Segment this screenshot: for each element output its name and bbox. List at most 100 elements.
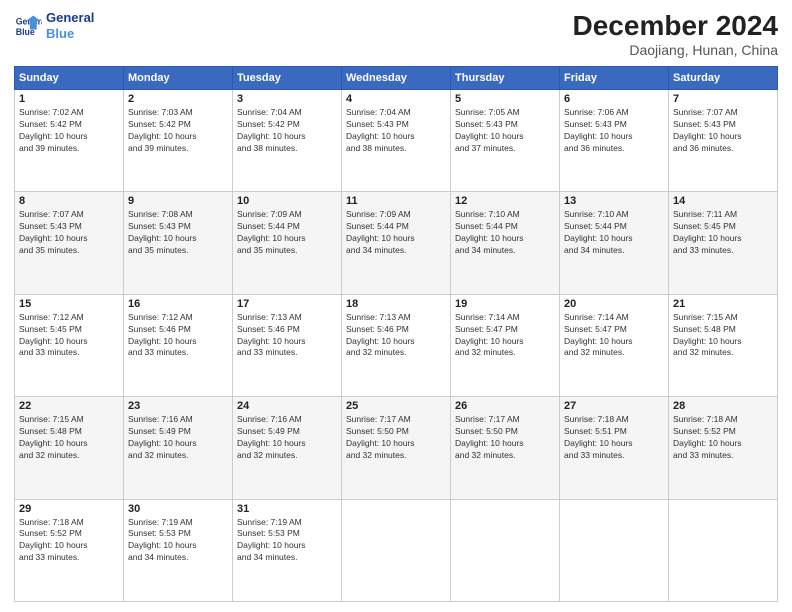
- calendar-day-31: 31 Sunrise: 7:19 AM Sunset: 5:53 PM Dayli…: [233, 499, 342, 601]
- day-info: Sunrise: 7:16 AM Sunset: 5:49 PM Dayligh…: [128, 414, 228, 462]
- day-number: 5: [455, 93, 555, 105]
- day-number: 4: [346, 93, 446, 105]
- day-number: 20: [564, 298, 664, 310]
- calendar-day-30: 30Sunrise: 7:19 AM Sunset: 5:53 PM Dayli…: [124, 499, 233, 601]
- logo: General Blue General Blue: [14, 10, 94, 41]
- calendar-day-4: 4Sunrise: 7:04 AM Sunset: 5:43 PM Daylig…: [342, 90, 451, 192]
- day-number: 31: [237, 503, 337, 515]
- calendar-day-10: 10Sunrise: 7:09 AM Sunset: 5:44 PM Dayli…: [233, 192, 342, 294]
- month-title: December 2024: [573, 10, 778, 42]
- calendar-day-9: 9Sunrise: 7:08 AM Sunset: 5:43 PM Daylig…: [124, 192, 233, 294]
- calendar-table: SundayMondayTuesdayWednesdayThursdayFrid…: [14, 66, 778, 602]
- day-info: Sunrise: 7:13 AM Sunset: 5:46 PM Dayligh…: [346, 312, 446, 360]
- title-block: December 2024 Daojiang, Hunan, China: [573, 10, 778, 58]
- calendar-day-2: 2 Sunrise: 7:03 AM Sunset: 5:42 PM Daylig…: [124, 90, 233, 192]
- calendar-day-25: 25 Sunrise: 7:17 AM Sunset: 5:50 PM Dayli…: [342, 397, 451, 499]
- location: Daojiang, Hunan, China: [573, 42, 778, 58]
- calendar-week-4: 22 Sunrise: 7:15 AM Sunset: 5:48 PM Dayli…: [15, 397, 778, 499]
- empty-cell: [560, 499, 669, 601]
- day-number: 30: [128, 503, 228, 515]
- day-number: 25: [346, 400, 446, 412]
- calendar-day-8: 8Sunrise: 7:07 AM Sunset: 5:43 PM Daylig…: [15, 192, 124, 294]
- logo-text-1: General: [46, 10, 94, 26]
- day-info: Sunrise: 7:08 AM Sunset: 5:43 PM Dayligh…: [128, 209, 228, 257]
- calendar-day-27: 27Sunrise: 7:18 AM Sunset: 5:51 PM Dayli…: [560, 397, 669, 499]
- day-info: Sunrise: 7:06 AM Sunset: 5:43 PM Dayligh…: [564, 107, 664, 155]
- empty-cell: [342, 499, 451, 601]
- calendar-week-1: 1 Sunrise: 7:02 AM Sunset: 5:42 PM Daylig…: [15, 90, 778, 192]
- day-number: 12: [455, 195, 555, 207]
- logo-text-2: Blue: [46, 26, 94, 42]
- day-info: Sunrise: 7:15 AM Sunset: 5:48 PM Dayligh…: [19, 414, 119, 462]
- day-number: 18: [346, 298, 446, 310]
- day-info: Sunrise: 7:17 AM Sunset: 5:50 PM Dayligh…: [455, 414, 555, 462]
- day-info: Sunrise: 7:04 AM Sunset: 5:42 PM Dayligh…: [237, 107, 337, 155]
- header: General Blue General Blue December 2024 …: [14, 10, 778, 58]
- day-number: 23: [128, 400, 228, 412]
- calendar-day-29: 29 Sunrise: 7:18 AM Sunset: 5:52 PM Dayli…: [15, 499, 124, 601]
- calendar-day-7: 7 Sunrise: 7:07 AM Sunset: 5:43 PM Daylig…: [669, 90, 778, 192]
- day-info: Sunrise: 7:10 AM Sunset: 5:44 PM Dayligh…: [564, 209, 664, 257]
- calendar-day-28: 28 Sunrise: 7:18 AM Sunset: 5:52 PM Dayli…: [669, 397, 778, 499]
- day-number: 6: [564, 93, 664, 105]
- calendar-day-17: 17 Sunrise: 7:13 AM Sunset: 5:46 PM Dayli…: [233, 294, 342, 396]
- day-number: 2: [128, 93, 228, 105]
- weekday-header-sunday: Sunday: [15, 67, 124, 90]
- day-number: 19: [455, 298, 555, 310]
- day-info: Sunrise: 7:10 AM Sunset: 5:44 PM Dayligh…: [455, 209, 555, 257]
- day-info: Sunrise: 7:16 AM Sunset: 5:49 PM Dayligh…: [237, 414, 337, 462]
- day-info: Sunrise: 7:19 AM Sunset: 5:53 PM Dayligh…: [237, 517, 337, 565]
- empty-cell: [451, 499, 560, 601]
- day-info: Sunrise: 7:18 AM Sunset: 5:52 PM Dayligh…: [673, 414, 773, 462]
- day-number: 17: [237, 298, 337, 310]
- day-number: 28: [673, 400, 773, 412]
- day-info: Sunrise: 7:17 AM Sunset: 5:50 PM Dayligh…: [346, 414, 446, 462]
- day-number: 22: [19, 400, 119, 412]
- day-info: Sunrise: 7:18 AM Sunset: 5:52 PM Dayligh…: [19, 517, 119, 565]
- day-number: 29: [19, 503, 119, 515]
- weekday-header-thursday: Thursday: [451, 67, 560, 90]
- day-number: 1: [19, 93, 119, 105]
- logo-icon: General Blue: [14, 12, 42, 40]
- calendar-day-3: 3 Sunrise: 7:04 AM Sunset: 5:42 PM Daylig…: [233, 90, 342, 192]
- page: General Blue General Blue December 2024 …: [0, 0, 792, 612]
- day-number: 21: [673, 298, 773, 310]
- day-info: Sunrise: 7:15 AM Sunset: 5:48 PM Dayligh…: [673, 312, 773, 360]
- calendar-day-20: 20 Sunrise: 7:14 AM Sunset: 5:47 PM Dayli…: [560, 294, 669, 396]
- day-info: Sunrise: 7:02 AM Sunset: 5:42 PM Dayligh…: [19, 107, 119, 155]
- day-info: Sunrise: 7:13 AM Sunset: 5:46 PM Dayligh…: [237, 312, 337, 360]
- day-number: 16: [128, 298, 228, 310]
- day-number: 7: [673, 93, 773, 105]
- calendar-header: SundayMondayTuesdayWednesdayThursdayFrid…: [15, 67, 778, 90]
- calendar-day-11: 11Sunrise: 7:09 AM Sunset: 5:44 PM Dayli…: [342, 192, 451, 294]
- calendar-day-23: 23 Sunrise: 7:16 AM Sunset: 5:49 PM Dayli…: [124, 397, 233, 499]
- day-number: 10: [237, 195, 337, 207]
- day-info: Sunrise: 7:05 AM Sunset: 5:43 PM Dayligh…: [455, 107, 555, 155]
- weekday-header-tuesday: Tuesday: [233, 67, 342, 90]
- weekday-header-friday: Friday: [560, 67, 669, 90]
- day-info: Sunrise: 7:12 AM Sunset: 5:46 PM Dayligh…: [128, 312, 228, 360]
- weekday-header-wednesday: Wednesday: [342, 67, 451, 90]
- day-number: 3: [237, 93, 337, 105]
- day-info: Sunrise: 7:14 AM Sunset: 5:47 PM Dayligh…: [564, 312, 664, 360]
- calendar-day-5: 5 Sunrise: 7:05 AM Sunset: 5:43 PM Daylig…: [451, 90, 560, 192]
- day-info: Sunrise: 7:03 AM Sunset: 5:42 PM Dayligh…: [128, 107, 228, 155]
- day-info: Sunrise: 7:07 AM Sunset: 5:43 PM Dayligh…: [673, 107, 773, 155]
- calendar-day-21: 21 Sunrise: 7:15 AM Sunset: 5:48 PM Dayli…: [669, 294, 778, 396]
- day-number: 15: [19, 298, 119, 310]
- calendar-day-22: 22 Sunrise: 7:15 AM Sunset: 5:48 PM Dayli…: [15, 397, 124, 499]
- calendar-day-1: 1 Sunrise: 7:02 AM Sunset: 5:42 PM Daylig…: [15, 90, 124, 192]
- calendar-day-18: 18 Sunrise: 7:13 AM Sunset: 5:46 PM Dayli…: [342, 294, 451, 396]
- day-info: Sunrise: 7:18 AM Sunset: 5:51 PM Dayligh…: [564, 414, 664, 462]
- calendar-day-15: 15Sunrise: 7:12 AM Sunset: 5:45 PM Dayli…: [15, 294, 124, 396]
- day-info: Sunrise: 7:07 AM Sunset: 5:43 PM Dayligh…: [19, 209, 119, 257]
- day-number: 26: [455, 400, 555, 412]
- calendar-day-24: 24Sunrise: 7:16 AM Sunset: 5:49 PM Dayli…: [233, 397, 342, 499]
- calendar-day-26: 26 Sunrise: 7:17 AM Sunset: 5:50 PM Dayli…: [451, 397, 560, 499]
- day-number: 13: [564, 195, 664, 207]
- day-info: Sunrise: 7:14 AM Sunset: 5:47 PM Dayligh…: [455, 312, 555, 360]
- calendar-week-2: 8Sunrise: 7:07 AM Sunset: 5:43 PM Daylig…: [15, 192, 778, 294]
- day-number: 14: [673, 195, 773, 207]
- weekday-header-row: SundayMondayTuesdayWednesdayThursdayFrid…: [15, 67, 778, 90]
- calendar-day-16: 16 Sunrise: 7:12 AM Sunset: 5:46 PM Dayli…: [124, 294, 233, 396]
